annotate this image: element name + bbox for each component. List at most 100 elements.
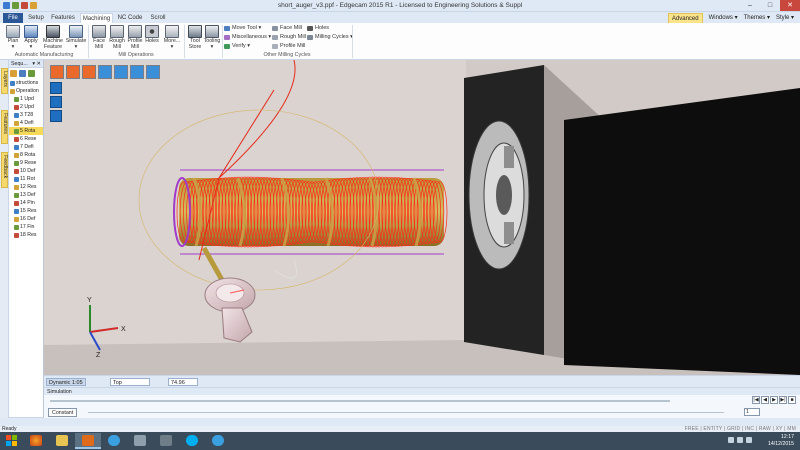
pan-icon[interactable] (146, 65, 160, 79)
maximize-button[interactable]: □ (760, 0, 780, 11)
view-cube-iso-icon[interactable] (50, 96, 62, 108)
sim-stop-button[interactable]: ■ (788, 396, 796, 404)
operation-icon (14, 224, 19, 230)
machine-feature-button[interactable]: Machine Feature (40, 25, 66, 50)
tree-item[interactable]: 14 Pin (9, 199, 43, 207)
profile-mill-small-button[interactable]: Profile Mill (272, 43, 305, 49)
view-cube-front-icon[interactable] (50, 82, 62, 94)
tree-item[interactable]: 13 Def (9, 191, 43, 199)
holes-small-button[interactable]: Holes (307, 25, 329, 31)
edit-sequence-icon[interactable] (19, 70, 26, 77)
taskbar-app[interactable] (153, 433, 179, 449)
dynamic-view-tab[interactable]: Dynamic 1:05 (46, 378, 86, 386)
taskbar-firefox[interactable] (23, 433, 49, 449)
zoom-icon[interactable] (114, 65, 128, 79)
taskbar-edgecam[interactable] (75, 433, 101, 449)
side-tab-feedback[interactable]: Feedback (1, 152, 8, 188)
miscellaneous-button[interactable]: Miscellaneous ▾ (224, 34, 271, 40)
tree-item[interactable]: 10 Def (9, 167, 43, 175)
chuck-jaw (504, 146, 514, 168)
tree-item[interactable]: 11 Rot (9, 175, 43, 183)
apply-button[interactable]: Apply ▾ (20, 25, 42, 50)
tree-item[interactable]: 7 Defi (9, 143, 43, 151)
graphics-viewport[interactable]: Y X Z (44, 60, 800, 375)
constant-speed-button[interactable]: Constant (48, 408, 78, 417)
rough-mill-small-button[interactable]: Rough Mill (272, 34, 306, 40)
simulation-speed-slider[interactable] (88, 412, 724, 413)
sequence-panel-header: Sequ... ▾ ✕ (9, 60, 43, 68)
tree-item[interactable]: 9 Rese (9, 159, 43, 167)
clock[interactable]: 12:17 14/12/2015 (768, 434, 794, 447)
tree-item[interactable]: 1 Upd (9, 95, 43, 103)
minimize-button[interactable]: – (740, 0, 760, 11)
battery-icon[interactable] (746, 437, 752, 443)
group-label-other: Other Milling Cycles (263, 52, 311, 58)
holes-button[interactable]: Holes (141, 25, 163, 45)
zoom-select[interactable]: 74.96 (168, 378, 198, 386)
milling-cycles-icon (307, 34, 313, 40)
tree-item[interactable]: 3 T28 (9, 111, 43, 119)
zoom-window-icon[interactable] (130, 65, 144, 79)
tree-item[interactable]: 6 Rese (9, 135, 43, 143)
sim-back-button[interactable]: ◀ (761, 396, 769, 404)
view-wire-icon[interactable] (82, 65, 96, 79)
tree-item[interactable]: structions (9, 79, 43, 87)
tab-scroll[interactable]: Scroll (147, 13, 169, 23)
tree-item[interactable]: 17 Fin (9, 223, 43, 231)
tab-nc-code[interactable]: NC Code (116, 13, 144, 23)
volume-icon[interactable] (737, 437, 743, 443)
face-mill-small-button[interactable]: Face Mill (272, 25, 302, 31)
view-solid-icon[interactable] (50, 65, 64, 79)
verify-icon (224, 43, 230, 49)
tab-file[interactable]: File (3, 13, 23, 23)
taskbar-skype[interactable] (179, 433, 205, 449)
sim-play-button[interactable]: ▶ (770, 396, 778, 404)
panel-pin-close-icon[interactable]: ▾ ✕ (32, 60, 41, 68)
tree-item[interactable]: 8 Rota (9, 151, 43, 159)
tree-item[interactable]: 12 Res (9, 183, 43, 191)
tree-item[interactable]: 5 Rota (9, 127, 43, 135)
close-button[interactable]: ✕ (780, 0, 800, 11)
step-count-input[interactable]: 1 (744, 408, 760, 416)
panel-bottom-strip (0, 418, 800, 426)
tree-item[interactable]: 18 Res (9, 231, 43, 239)
operation-icon (14, 160, 19, 166)
sim-rewind-button[interactable]: |◀ (752, 396, 760, 404)
operation-icon (14, 120, 19, 126)
view-select[interactable]: Top (110, 378, 150, 386)
view-hidden-icon[interactable] (66, 65, 80, 79)
tooling-button[interactable]: Tooling ▾ (201, 25, 223, 50)
simulate-icon (69, 25, 83, 38)
tree-item[interactable]: 4 Defi (9, 119, 43, 127)
side-tab-strip: Layers Features Feedback (0, 60, 9, 426)
sim-end-button[interactable]: ▶| (779, 396, 787, 404)
side-tab-layers[interactable]: Layers (1, 68, 8, 94)
tree-item[interactable]: Operation (9, 87, 43, 95)
run-sequence-icon[interactable] (28, 70, 35, 77)
taskbar-ie[interactable] (101, 433, 127, 449)
tab-setup[interactable]: Setup (26, 13, 46, 23)
windows-start-icon[interactable] (5, 434, 19, 448)
tree-item[interactable]: 15 Res (9, 207, 43, 215)
tab-machining[interactable]: Machining (80, 13, 113, 23)
scene-3d[interactable]: Y X Z (44, 60, 800, 375)
view-light-icon[interactable] (98, 65, 112, 79)
rough-mill-icon (110, 25, 124, 38)
milling-cycles-button[interactable]: Milling Cycles ▾ (307, 34, 353, 40)
view-cube-top-icon[interactable] (50, 110, 62, 122)
tree-item[interactable]: 2 Upd (9, 103, 43, 111)
network-icon[interactable] (728, 437, 734, 443)
simulation-progress-track[interactable] (50, 400, 670, 402)
verify-button[interactable]: Verify ▾ (224, 43, 250, 49)
simulate-button[interactable]: Simulate ▾ (64, 25, 88, 50)
more-button[interactable]: More... ▾ (161, 25, 183, 50)
taskbar-ie2[interactable] (205, 433, 231, 449)
side-tab-features[interactable]: Features (1, 110, 8, 144)
new-sequence-icon[interactable] (10, 70, 17, 77)
tool-app-icon (134, 435, 146, 446)
taskbar-explorer[interactable] (49, 433, 75, 449)
taskbar-tool[interactable] (127, 433, 153, 449)
tab-features[interactable]: Features (49, 13, 77, 23)
move-tool-button[interactable]: Move Tool ▾ (224, 25, 261, 31)
tree-item[interactable]: 16 Def (9, 215, 43, 223)
